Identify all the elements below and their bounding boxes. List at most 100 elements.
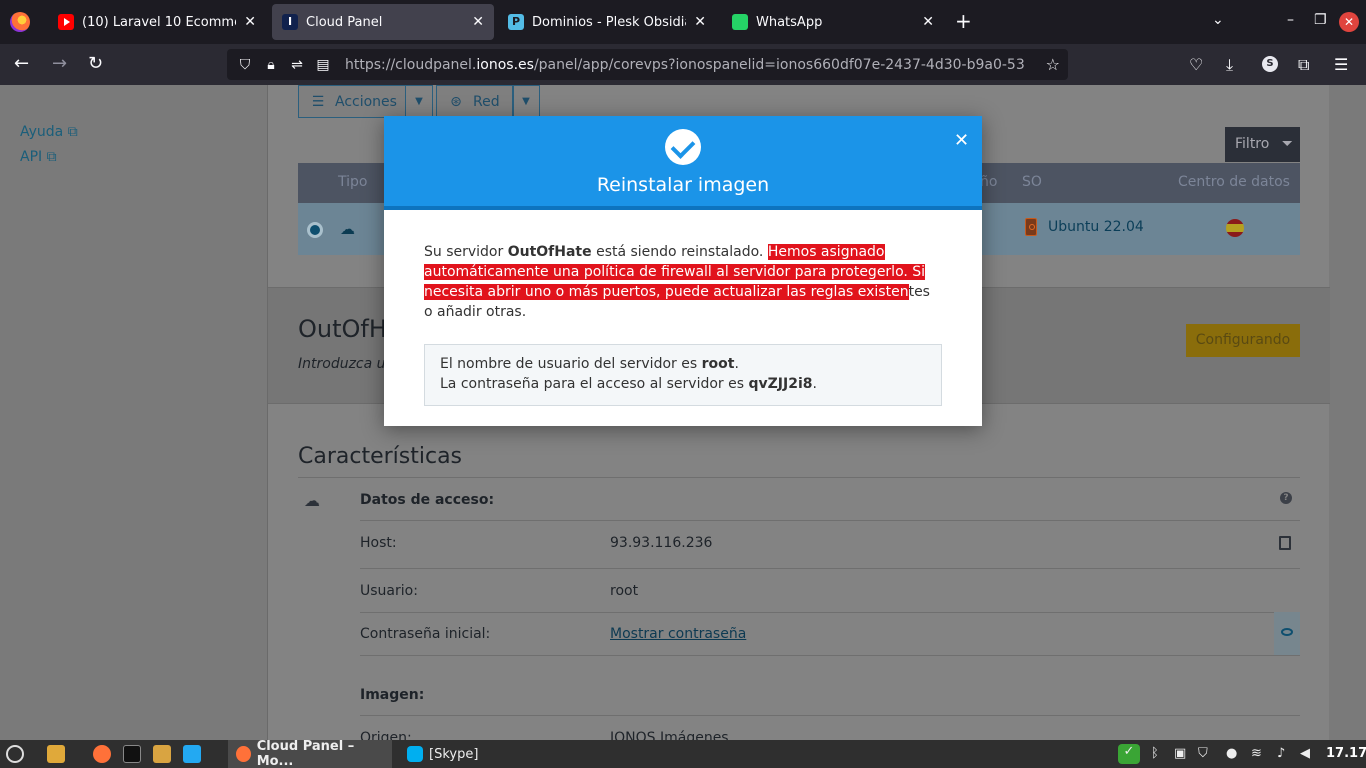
close-icon[interactable]: ✕ — [244, 14, 256, 30]
taskbar-item-label: Cloud Panel – Mo... — [256, 739, 355, 768]
server-name: OutOfHate — [507, 244, 592, 260]
column-ano[interactable]: ño — [980, 174, 997, 190]
volume-icon[interactable]: ◀ — [1300, 746, 1310, 761]
divider — [360, 520, 1300, 521]
show-password-button[interactable] — [1274, 612, 1300, 655]
help-icon[interactable]: ? — [1280, 492, 1292, 504]
firefox-icon[interactable] — [93, 745, 111, 763]
close-icon[interactable]: ✕ — [472, 14, 484, 30]
show-desktop-icon[interactable] — [47, 745, 65, 763]
copy-icon[interactable] — [1279, 536, 1291, 550]
lock-icon[interactable]: 🔒︎ — [263, 57, 279, 73]
menu-icon[interactable]: ☰ — [1334, 55, 1348, 74]
reload-icon[interactable]: ↻ — [88, 53, 103, 75]
reader-icon[interactable]: ▤ — [315, 57, 331, 73]
modal-header: Reinstalar imagen ✕ — [384, 116, 982, 210]
permissions-icon[interactable]: ⇌ — [289, 57, 305, 73]
modal-message: Su servidor OutOfHate está siendo reinst… — [424, 244, 930, 320]
tab-title: Dominios - Plesk Obsidian 1 — [532, 14, 686, 30]
sidebar-link-ayuda[interactable]: Ayuda ⧉ — [20, 124, 78, 140]
address-bar[interactable]: ⛉ 🔒︎ ⇌ ▤ https://cloudpanel.ionos.es/pan… — [227, 49, 1068, 80]
music-icon[interactable]: ♪ — [1277, 746, 1285, 761]
host-value: 93.93.116.236 — [610, 535, 713, 551]
mint-menu-icon[interactable] — [6, 745, 24, 763]
close-icon[interactable]: ✕ — [694, 14, 706, 30]
external-link-icon: ⧉ — [67, 124, 78, 140]
youtube-icon — [58, 14, 74, 30]
features-title: Características — [298, 444, 463, 469]
acciones-button[interactable]: ☰ Acciones — [298, 85, 406, 118]
acciones-label: Acciones — [335, 93, 397, 110]
firefox-icon — [236, 746, 251, 762]
eye-icon — [1281, 628, 1293, 636]
credentials-box: El nombre de usuario del servidor es roo… — [424, 344, 942, 406]
browser-tab-bar: (10) Laravel 10 Ecommerce ✕ I Cloud Pane… — [0, 0, 1366, 44]
clipboard-icon[interactable]: ▣ — [1174, 746, 1186, 761]
origin-value: IONOS Imágenes — [610, 730, 729, 740]
firefox-icon[interactable] — [10, 12, 30, 32]
terminal-icon[interactable] — [123, 745, 141, 763]
star-icon[interactable]: ☆ — [1046, 55, 1060, 74]
folder-icon[interactable] — [153, 745, 171, 763]
access-heading: Datos de acceso: — [360, 492, 495, 508]
column-tipo[interactable]: Tipo — [338, 174, 367, 190]
maximize-icon[interactable]: ❐ — [1314, 12, 1327, 28]
check-circle-icon — [665, 129, 701, 165]
divider — [360, 568, 1300, 569]
row-radio[interactable] — [307, 222, 323, 238]
wifi-icon[interactable]: ≋ — [1251, 746, 1262, 761]
close-icon[interactable]: ✕ — [922, 14, 934, 30]
acciones-dropdown-toggle[interactable]: ▼ — [405, 85, 433, 118]
tab-plesk[interactable]: P Dominios - Plesk Obsidian 1 ✕ — [498, 4, 716, 40]
ionos-icon: I — [282, 14, 298, 30]
ubuntu-icon — [1025, 218, 1037, 236]
url-text[interactable]: https://cloudpanel.ionos.es/panel/app/co… — [345, 57, 1025, 73]
column-datacenter[interactable]: Centro de datos — [1178, 174, 1290, 190]
shield-icon[interactable]: ⛉ — [1198, 746, 1208, 761]
plesk-icon: P — [508, 14, 524, 30]
filter-button[interactable]: Filtro ⏷ — [1225, 127, 1300, 162]
pocket-icon[interactable]: ♡ — [1189, 55, 1203, 74]
taskbar-item-cloud-panel[interactable]: Cloud Panel – Mo... — [228, 739, 392, 768]
sidebar-link-api[interactable]: API ⧉ — [20, 149, 57, 165]
show-password-link[interactable]: Mostrar contraseña — [610, 626, 746, 642]
update-check-icon[interactable]: ✓ — [1118, 744, 1140, 764]
tab-youtube[interactable]: (10) Laravel 10 Ecommerce ✕ — [48, 4, 266, 40]
tab-title: Cloud Panel — [306, 14, 383, 30]
profile-avatar[interactable]: S — [1262, 56, 1278, 72]
os-taskbar: Cloud Panel – Mo... [Skype] ✓ ᛒ ▣ ⛉ ● ≋ … — [0, 739, 1366, 768]
server-stack-icon: ☁ — [304, 491, 320, 510]
divider — [360, 612, 1300, 613]
clock[interactable]: 17.17 — [1326, 746, 1366, 761]
red-dropdown-toggle[interactable]: ▼ — [512, 85, 540, 118]
window-close-icon[interactable]: ✕ — [1339, 12, 1359, 32]
modal-title: Reinstalar imagen — [596, 174, 770, 196]
chevron-down-icon[interactable]: ⌄ — [1212, 12, 1224, 28]
list-icon: ☰ — [311, 93, 325, 110]
tab-cloud-panel[interactable]: I Cloud Panel ✕ — [272, 4, 494, 40]
taskbar-item-skype[interactable]: [Skype] — [399, 740, 499, 768]
column-so[interactable]: SO — [1022, 174, 1042, 190]
skype-icon — [407, 746, 423, 762]
reinstall-image-modal: Reinstalar imagen ✕ Su servidor OutOfHat… — [384, 116, 982, 426]
new-tab-icon[interactable]: + — [955, 10, 972, 32]
back-icon[interactable]: ← — [14, 53, 29, 75]
host-label: Host: — [360, 535, 397, 551]
shield-icon[interactable]: ⛉ — [237, 57, 253, 73]
minimize-icon[interactable]: – — [1287, 12, 1294, 28]
server-description-input[interactable]: Introduzca ur — [298, 356, 391, 372]
whatsapp-icon — [732, 14, 748, 30]
tab-whatsapp[interactable]: WhatsApp ✕ — [722, 4, 944, 40]
os-name: Ubuntu 22.04 — [1048, 219, 1144, 235]
forward-icon[interactable]: → — [52, 53, 67, 75]
red-button[interactable]: ⊛ Red — [436, 85, 514, 118]
user-icon[interactable]: ● — [1226, 746, 1237, 761]
spain-flag-icon — [1226, 219, 1244, 237]
close-icon[interactable]: ✕ — [954, 130, 969, 151]
download-icon[interactable]: ⤓ — [1226, 55, 1233, 75]
vscode-icon[interactable] — [183, 745, 201, 763]
status-button[interactable]: Configurando — [1186, 324, 1300, 357]
extensions-icon[interactable]: ⧉ — [1298, 55, 1309, 75]
tab-title: WhatsApp — [756, 14, 823, 30]
bluetooth-icon[interactable]: ᛒ — [1151, 746, 1159, 761]
